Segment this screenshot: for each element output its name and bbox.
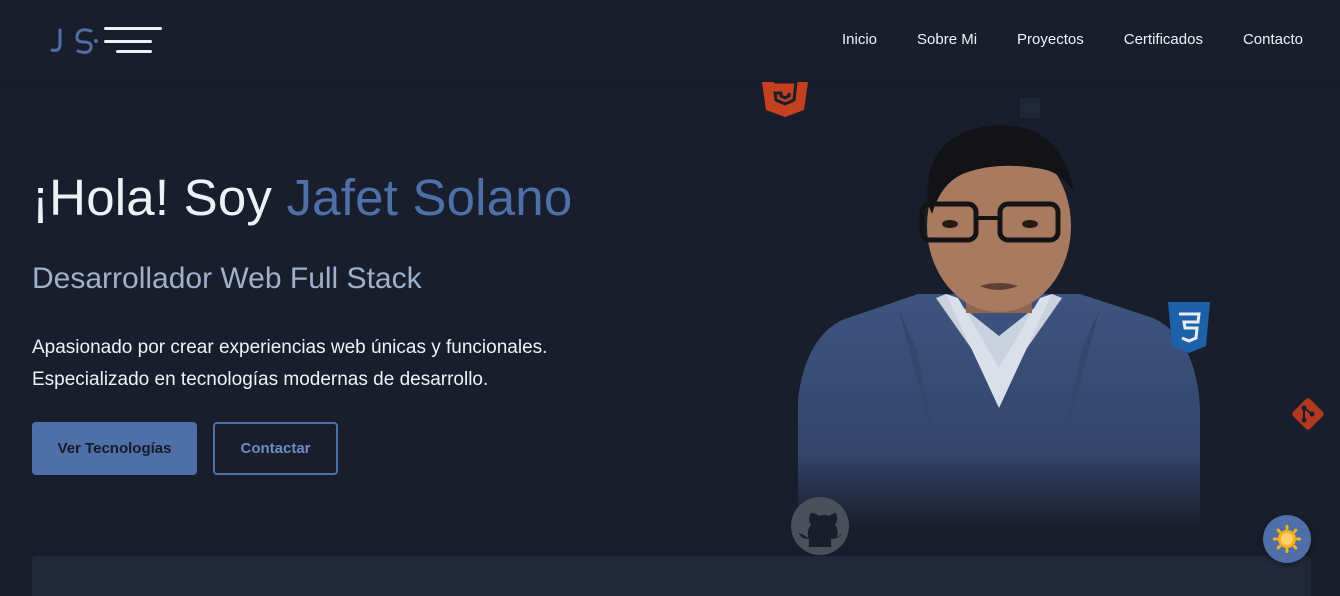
nav-link-sobre-mi[interactable]: Sobre Mi — [917, 30, 977, 50]
description-line: Apasionado por crear experiencias web ún… — [32, 337, 548, 358]
nav-link-certificados[interactable]: Certificados — [1124, 30, 1203, 50]
description-line: Especializado en tecnologías modernas de… — [32, 369, 489, 390]
profile-photo — [798, 108, 1200, 530]
logo[interactable] — [48, 22, 168, 58]
section-card — [32, 556, 1311, 596]
hero-description: Apasionado por crear experiencias web ún… — [32, 332, 547, 396]
nav-link-proyectos[interactable]: Proyectos — [1017, 30, 1084, 50]
git-icon — [1292, 398, 1324, 430]
hero-title: ¡Hola! Soy Jafet Solano — [32, 168, 572, 227]
nav-links: Inicio Sobre Mi Proyectos Certificados C… — [842, 30, 1303, 50]
view-technologies-button[interactable]: Ver Tecnologías — [32, 422, 197, 475]
nav-link-contacto[interactable]: Contacto — [1243, 30, 1303, 50]
theme-toggle-button[interactable] — [1263, 515, 1311, 563]
greeting: ¡Hola! Soy — [32, 169, 273, 226]
css3-icon — [1168, 302, 1210, 353]
sun-icon — [1273, 525, 1301, 553]
github-icon — [791, 497, 849, 555]
hero-subtitle: Desarrollador Web Full Stack — [32, 262, 422, 295]
nav-link-inicio[interactable]: Inicio — [842, 30, 877, 50]
contact-button[interactable]: Contactar — [213, 422, 338, 475]
hero-name: Jafet Solano — [286, 169, 573, 226]
navbar: Inicio Sobre Mi Proyectos Certificados C… — [0, 0, 1340, 82]
